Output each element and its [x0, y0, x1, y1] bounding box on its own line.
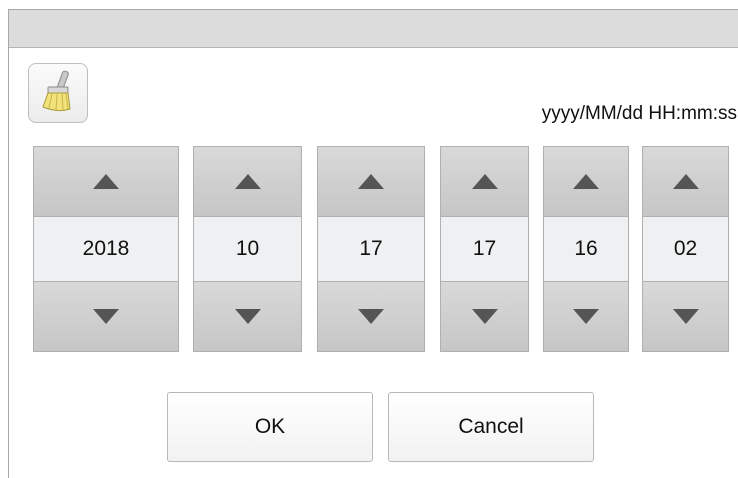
second-value[interactable]: 02 [643, 217, 728, 281]
triangle-up-icon [93, 174, 119, 189]
day-spinner: 17 [317, 146, 425, 352]
ok-button[interactable]: OK [167, 392, 373, 462]
year-down-button[interactable] [34, 281, 178, 351]
date-format-label: yyyy/MM/dd HH:mm:ss [541, 103, 737, 124]
datetime-picker-dialog: yyyy/MM/dd HH:mm:ss 2018 10 17 17 16 02 … [8, 9, 738, 478]
triangle-up-icon [471, 174, 498, 189]
triangle-up-icon [672, 174, 699, 189]
month-up-button[interactable] [194, 147, 301, 217]
triangle-down-icon [573, 309, 599, 324]
second-spinner: 02 [642, 146, 729, 352]
triangle-down-icon [93, 309, 119, 324]
day-value[interactable]: 17 [318, 217, 424, 281]
hour-down-button[interactable] [441, 281, 528, 351]
hour-up-button[interactable] [441, 147, 528, 217]
triangle-down-icon [234, 309, 261, 324]
triangle-down-icon [672, 309, 699, 324]
minute-down-button[interactable] [544, 281, 628, 351]
year-up-button[interactable] [34, 147, 178, 217]
month-spinner: 10 [193, 146, 302, 352]
month-down-button[interactable] [194, 281, 301, 351]
broom-icon [38, 69, 78, 118]
hour-value[interactable]: 17 [441, 217, 528, 281]
cancel-button[interactable]: Cancel [388, 392, 594, 462]
triangle-up-icon [573, 174, 599, 189]
day-up-button[interactable] [318, 147, 424, 217]
minute-spinner: 16 [543, 146, 629, 352]
triangle-up-icon [234, 174, 261, 189]
minute-value[interactable]: 16 [544, 217, 628, 281]
triangle-up-icon [358, 174, 384, 189]
second-up-button[interactable] [643, 147, 728, 217]
clear-button[interactable] [28, 63, 88, 123]
triangle-down-icon [358, 309, 384, 324]
second-down-button[interactable] [643, 281, 728, 351]
day-down-button[interactable] [318, 281, 424, 351]
triangle-down-icon [471, 309, 498, 324]
minute-up-button[interactable] [544, 147, 628, 217]
month-value[interactable]: 10 [194, 217, 301, 281]
hour-spinner: 17 [440, 146, 529, 352]
year-value[interactable]: 2018 [34, 217, 178, 281]
year-spinner: 2018 [33, 146, 179, 352]
dialog-titlebar[interactable] [9, 10, 738, 48]
